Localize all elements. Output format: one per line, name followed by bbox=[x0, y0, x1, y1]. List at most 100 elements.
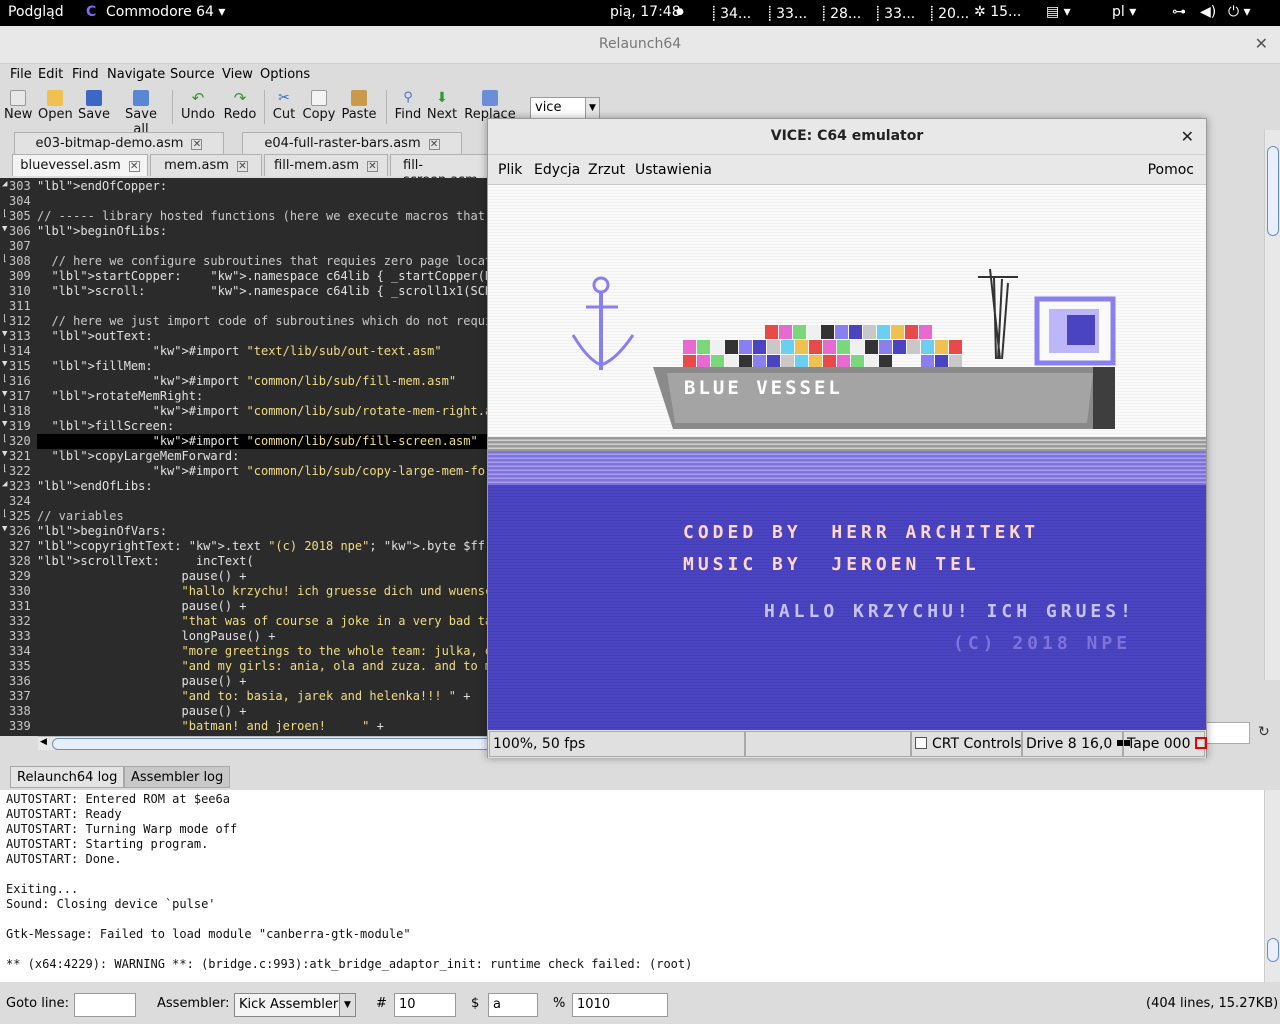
fold-marker-icon[interactable]: ▼ bbox=[2, 329, 7, 339]
new-button[interactable]: New bbox=[4, 90, 32, 122]
code-line[interactable]: pause() + bbox=[37, 704, 246, 719]
menu-options[interactable]: Options bbox=[260, 67, 310, 82]
log-vertical-scrollbar[interactable] bbox=[1264, 790, 1280, 982]
code-line[interactable]: // here we just import code of subroutin… bbox=[37, 314, 490, 329]
code-line[interactable]: "kw">#import "common/lib/sub/copy-large-… bbox=[37, 464, 490, 479]
scrollbar-thumb[interactable] bbox=[1267, 146, 1279, 236]
volume-icon[interactable]: ◀) bbox=[1200, 4, 1216, 20]
fold-marker-icon[interactable]: ▼ bbox=[2, 524, 7, 534]
copy-button[interactable]: Copy bbox=[302, 90, 336, 122]
code-line[interactable]: "lbl">endOfCopper: bbox=[37, 179, 167, 194]
code-editor[interactable]: ◢ 303 304 ⌊ 305 ▼ 306 307 ⌊ 308 309 310 311 ⌊ 312 ▼ 313 ⌊… bbox=[0, 178, 490, 736]
goto-line-input[interactable] bbox=[74, 993, 136, 1017]
scrollbar-thumb[interactable] bbox=[52, 738, 492, 750]
activities-button[interactable]: Podgląd bbox=[8, 4, 64, 20]
fold-marker-icon[interactable]: ▼ bbox=[2, 359, 7, 369]
code-line[interactable]: "and my girls: ania, ola and zuza. and t… bbox=[37, 659, 491, 674]
code-line[interactable]: // ----- library hosted functions (here … bbox=[37, 209, 490, 224]
code-line[interactable]: "lbl">rotateMemRight: bbox=[37, 389, 203, 404]
decimal-input[interactable]: 10 bbox=[394, 993, 456, 1017]
code-line[interactable]: "lbl">outText: bbox=[37, 329, 152, 344]
editor-vertical-scrollbar[interactable] bbox=[1264, 130, 1280, 680]
network-icon[interactable]: ⊶ bbox=[1172, 4, 1186, 20]
code-line[interactable]: "batman! and jeroen! " + bbox=[37, 719, 384, 734]
tab-fill-screen[interactable]: fill-screen.asm bbox=[390, 154, 490, 188]
paste-button[interactable]: Paste bbox=[340, 90, 378, 122]
vice-window[interactable]: VICE: C64 emulator ✕ Plik Edycja Zrzut U… bbox=[487, 118, 1207, 758]
code-line[interactable]: "kw">#import "common/lib/sub/fill-screen… bbox=[37, 434, 489, 449]
code-line[interactable]: longPause() + bbox=[37, 629, 275, 644]
code-line[interactable]: "that was of course a joke in a very bad… bbox=[37, 614, 491, 629]
code-line[interactable]: "kw">#import "common/lib/sub/fill-mem.as… bbox=[37, 374, 456, 389]
code-line[interactable]: "lbl">fillMem: bbox=[37, 359, 152, 374]
code-line[interactable]: "lbl">startCopper: "kw">.namespace c64li… bbox=[37, 269, 490, 284]
menu-edit[interactable]: Edit bbox=[38, 67, 63, 82]
open-button[interactable]: Open bbox=[38, 90, 73, 122]
side-input-field[interactable] bbox=[1206, 722, 1250, 744]
code-line[interactable]: "lbl">scrollText: incText( bbox=[37, 554, 254, 569]
code-line[interactable]: // variables bbox=[37, 509, 124, 524]
code-line[interactable]: "lbl">beginOfVars: bbox=[37, 524, 167, 539]
menu-source[interactable]: Source bbox=[170, 67, 215, 82]
save-button[interactable]: Save bbox=[78, 90, 110, 122]
sensor-3[interactable]: ⸽ 28... bbox=[822, 4, 861, 23]
tab-bluevessel[interactable]: bluevessel.asm ✕ bbox=[12, 154, 148, 176]
vice-menu-plik[interactable]: Plik bbox=[498, 162, 522, 178]
code-line[interactable]: "hallo krzychu! ich gruesse dich und wue… bbox=[37, 584, 491, 599]
close-tab-icon[interactable]: ✕ bbox=[428, 139, 440, 150]
tab-e03-bitmap-demo[interactable]: e03-bitmap-demo.asm ✕ bbox=[14, 132, 224, 154]
close-icon[interactable]: ✕ bbox=[1181, 127, 1194, 146]
tab-fill-mem[interactable]: fill-mem.asm ✕ bbox=[264, 154, 388, 176]
vice-menu-zrzut[interactable]: Zrzut bbox=[588, 162, 625, 178]
fold-marker-icon[interactable]: ▼ bbox=[2, 419, 7, 429]
scrollbar-thumb[interactable] bbox=[1267, 938, 1279, 962]
power-icon[interactable]: ⏻ ▾ bbox=[1228, 4, 1251, 20]
hex-input[interactable]: a bbox=[488, 993, 538, 1017]
code-line[interactable]: pause() + bbox=[37, 674, 246, 689]
close-tab-icon[interactable]: ✕ bbox=[366, 161, 378, 172]
assembler-select[interactable]: Kick Assembler ▼ bbox=[234, 993, 356, 1017]
code-line[interactable]: "lbl">fillScreen: bbox=[37, 419, 174, 434]
sensor-5[interactable]: ⸽ 20... bbox=[930, 4, 969, 23]
sensor-1[interactable]: ⸽ 34... bbox=[712, 4, 751, 23]
cut-button[interactable]: ✂ Cut bbox=[270, 90, 298, 122]
close-tab-icon[interactable]: ✕ bbox=[191, 139, 203, 150]
tab-e04-full-raster-bars[interactable]: e04-full-raster-bars.asm ✕ bbox=[242, 132, 462, 154]
undo-button[interactable]: ↶ Undo bbox=[180, 90, 216, 122]
emulator-select[interactable]: vice ▼ bbox=[530, 97, 600, 119]
close-tab-icon[interactable]: ✕ bbox=[128, 161, 140, 172]
menu-navigate[interactable]: Navigate bbox=[107, 67, 165, 82]
close-tab-icon[interactable]: ✕ bbox=[236, 161, 248, 172]
checkbox-icon[interactable] bbox=[915, 737, 927, 749]
code-line[interactable]: "lbl">copyrightText: "kw">.text "(c) 201… bbox=[37, 539, 485, 554]
code-line[interactable]: // here we configure subroutines that re… bbox=[37, 254, 490, 269]
log-output[interactable]: AUTOSTART: Entered ROM at $ee6a AUTOSTART… bbox=[0, 790, 1264, 982]
menu-file[interactable]: File bbox=[10, 67, 32, 82]
fold-marker-icon[interactable]: ▼ bbox=[2, 224, 7, 234]
editor-horizontal-scrollbar[interactable]: ◀ bbox=[38, 736, 492, 750]
menu-find[interactable]: Find bbox=[72, 67, 99, 82]
code-line[interactable]: "lbl">scroll: "kw">.namespace c64lib { _… bbox=[37, 284, 490, 299]
vice-menu-pomoc[interactable]: Pomoc bbox=[1148, 162, 1194, 178]
code-line[interactable]: "lbl">endOfLibs: bbox=[37, 479, 153, 494]
fold-marker-icon[interactable]: ▼ bbox=[2, 389, 7, 399]
code-line[interactable]: "kw">#import "text/lib/sub/out-text.asm" bbox=[37, 344, 442, 359]
tab-mem[interactable]: mem.asm ✕ bbox=[150, 154, 262, 176]
clipboard-icon[interactable]: ▤ ▾ bbox=[1046, 4, 1071, 20]
app-menu[interactable]: Commodore 64 ▾ bbox=[106, 4, 225, 20]
tape-status[interactable]: Tape 000 bbox=[1123, 731, 1207, 757]
code-line[interactable]: "kw">#import "common/lib/sub/rotate-mem-… bbox=[37, 404, 490, 419]
vice-menu-ustawienia[interactable]: Ustawienia bbox=[635, 162, 712, 178]
keyboard-layout[interactable]: pl ▾ bbox=[1112, 4, 1136, 20]
vice-menu-edycja[interactable]: Edycja bbox=[534, 162, 580, 178]
fold-marker-icon[interactable]: ▼ bbox=[2, 449, 7, 459]
code-line[interactable]: "more greetings to the whole team: julka… bbox=[37, 644, 491, 659]
save-all-button[interactable]: Save all bbox=[116, 90, 166, 137]
binary-input[interactable]: 1010 bbox=[572, 993, 668, 1017]
redo-button[interactable]: ↷ Redo bbox=[222, 90, 258, 122]
code-line[interactable]: pause() + bbox=[37, 569, 246, 584]
code-line[interactable]: "and to: basia, jarek and helenka!!! " + bbox=[37, 689, 471, 704]
fan-sensor[interactable]: ✲ 15... bbox=[974, 4, 1021, 20]
menu-view[interactable]: View bbox=[222, 67, 253, 82]
scroll-left-icon[interactable]: ◀ bbox=[40, 737, 47, 747]
